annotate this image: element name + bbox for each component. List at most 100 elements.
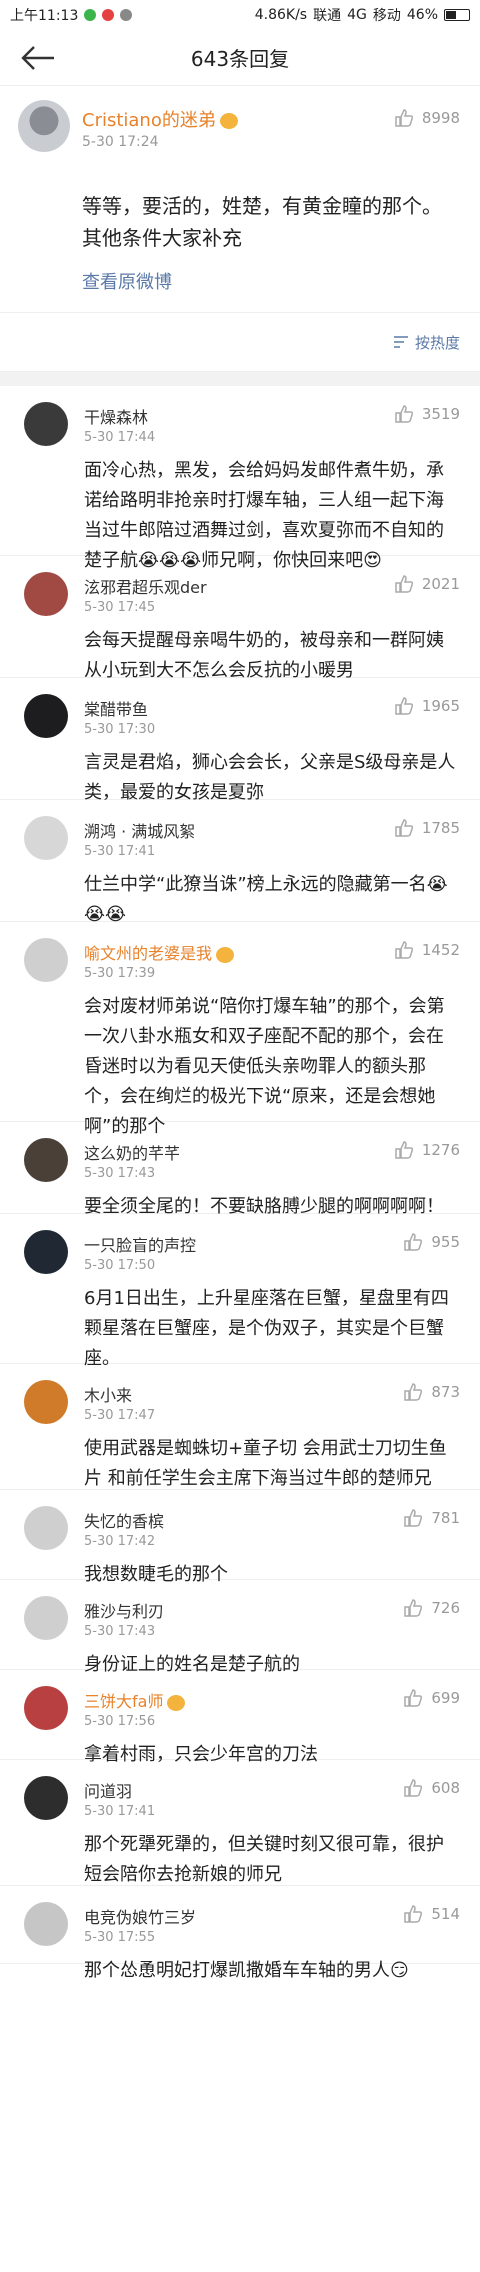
thumbs-up-icon [404,1233,423,1251]
comment-username[interactable]: 问道羽 [84,1778,132,1802]
back-arrow-icon[interactable] [20,44,56,72]
comment-item: 喻文州的老婆是我 5-30 17:39 1452 会对废材师弟说“陪你打爆车轴”的那个… [0,922,480,1137]
page-title: 643条回复 [190,47,290,71]
comment-item: 三饼大fa师 5-30 17:56 699 拿着村雨，只会少年宫的刀法 [0,1670,480,1765]
comment-item: 干燥森林 5-30 17:44 3519 面冷心热，黑发，会给妈妈发邮件煮牛奶，承诺给… [0,386,480,571]
comment-item: 雅沙与利刃 5-30 17:43 726 身份证上的姓名是楚子航的 [0,1580,480,1675]
like-button[interactable]: 3519 [394,404,460,424]
like-button[interactable]: 955 [403,1232,460,1252]
comment-username[interactable]: 失忆的香槟 [84,1508,164,1532]
avatar[interactable] [24,694,68,738]
like-count: 699 [431,1689,460,1707]
like-count: 726 [431,1599,460,1617]
comment-item: 一只脸盲的声控 5-30 17:50 955 6月1日出生，上升星座落在巨蟹，星盘里有… [0,1214,480,1369]
thumbs-up-icon [395,941,413,959]
like-count: 1452 [421,941,460,959]
comment-time: 5-30 17:39 [84,966,156,981]
like-count: 1276 [421,1141,460,1159]
avatar[interactable] [24,1230,68,1274]
thumbs-up-icon [395,405,413,423]
comment-username[interactable]: 电竞伪娘竹三岁 [84,1904,196,1928]
like-button[interactable]: 514 [403,1904,460,1924]
carrier-2: 移动 [372,8,401,24]
like-count: 8998 [421,109,460,127]
thumbs-up-icon [404,1689,423,1707]
avatar[interactable] [24,1902,68,1946]
like-button[interactable]: 699 [403,1688,460,1708]
comment-time: 5-30 17:43 [84,1166,156,1181]
thumbs-up-icon [395,1141,413,1159]
like-count: 955 [431,1233,460,1251]
comment-item: 泫邪君超乐观der 5-30 17:45 2021 会每天提醒母亲喝牛奶的，被母亲和一… [0,556,480,681]
nav-bar: 643条回复 [0,30,480,86]
comment-time: 5-30 17:45 [84,600,156,615]
comment-item: 木小来 5-30 17:47 873 使用武器是蜘蛛切+童子切 会用武士刀切生鱼片 和… [0,1364,480,1490]
like-count: 1785 [421,819,460,837]
avatar[interactable] [24,1596,68,1640]
comment-username[interactable]: 一只脸盲的声控 [84,1232,196,1256]
like-count: 2021 [421,575,460,593]
avatar[interactable] [24,572,68,616]
like-button[interactable]: 1785 [394,818,460,838]
comment-username[interactable]: 溯鸿 · 满城风絮 [84,818,195,842]
vip-crown-icon [219,113,238,129]
comment-list: 干燥森林 5-30 17:44 3519 面冷心热，黑发，会给妈妈发邮件煮牛奶，承诺给… [0,386,480,1981]
like-button[interactable]: 781 [403,1508,460,1528]
section-gap [0,372,480,386]
comment-username[interactable]: 干燥森林 [84,404,148,428]
like-button[interactable]: 8998 [394,108,460,128]
avatar[interactable] [24,1138,68,1182]
like-button[interactable]: 1965 [394,696,460,716]
comment-username[interactable]: 雅沙与利刃 [84,1598,164,1622]
sort-label: 按热度 [414,333,460,352]
avatar[interactable] [24,402,68,446]
wechat-icon [84,9,97,21]
vip-crown-icon [216,946,235,963]
message-icon [120,9,133,21]
like-button[interactable]: 726 [403,1598,460,1618]
like-button[interactable]: 873 [403,1382,460,1402]
avatar[interactable] [24,1776,68,1820]
comment-username[interactable]: 这么奶的芊芊 [84,1140,180,1164]
comment-text: 使用武器是蜘蛛切+童子切 会用武士刀切生鱼片 和前任学生会主席下海当过牛郎的楚师… [84,1438,447,1489]
comment-time: 5-30 17:30 [84,722,156,737]
avatar[interactable] [24,938,68,982]
comment-time: 5-30 17:50 [84,1258,156,1273]
comment-time: 5-30 17:55 [84,1930,156,1945]
thumbs-up-icon [404,1383,423,1401]
comment-username[interactable]: 棠醋带鱼 [84,696,148,720]
sort-bar[interactable]: 按热度 [0,312,480,372]
view-original-link[interactable]: 查看原微博 [82,268,460,294]
thumbs-up-icon [395,697,413,715]
comment-username[interactable]: 三饼大fa师 [84,1688,186,1712]
thumbs-up-icon [404,1509,423,1527]
thumbs-up-icon [404,1599,423,1617]
thumbs-up-icon [395,575,413,593]
comment-item: 电竞伪娘竹三岁 5-30 17:55 514 那个怂恿明妃打爆凯撒婚车车轴的男人😏 [0,1886,480,1981]
comment-username[interactable]: 喻文州的老婆是我 [84,940,235,964]
like-count: 873 [431,1383,460,1401]
like-button[interactable]: 1276 [394,1140,460,1160]
network-type: 4G [347,7,367,23]
like-button[interactable]: 608 [403,1778,460,1798]
avatar[interactable] [18,100,70,152]
carrier-1: 联通 [313,8,342,24]
battery-icon [444,9,470,21]
avatar[interactable] [24,1506,68,1550]
like-button[interactable]: 1452 [394,940,460,960]
vip-crown-icon [167,1694,186,1711]
comment-time: 5-30 17:47 [84,1408,156,1423]
comment-item: 问道羽 5-30 17:41 608 那个死犟死犟的，但关键时刻又很可靠，很护短会陪你… [0,1760,480,1886]
comment-time: 5-30 17:56 [84,1714,156,1729]
avatar[interactable] [24,816,68,860]
avatar[interactable] [24,1380,68,1424]
username[interactable]: Cristiano的迷弟 [82,106,238,132]
comment-username[interactable]: 泫邪君超乐观der [84,574,207,598]
sort-icon [393,336,408,348]
like-count: 514 [431,1905,460,1923]
comment-time: 5-30 17:41 [84,844,156,859]
comment-username[interactable]: 木小来 [84,1382,132,1406]
avatar[interactable] [24,1686,68,1730]
like-button[interactable]: 2021 [394,574,460,594]
like-count: 3519 [421,405,460,423]
